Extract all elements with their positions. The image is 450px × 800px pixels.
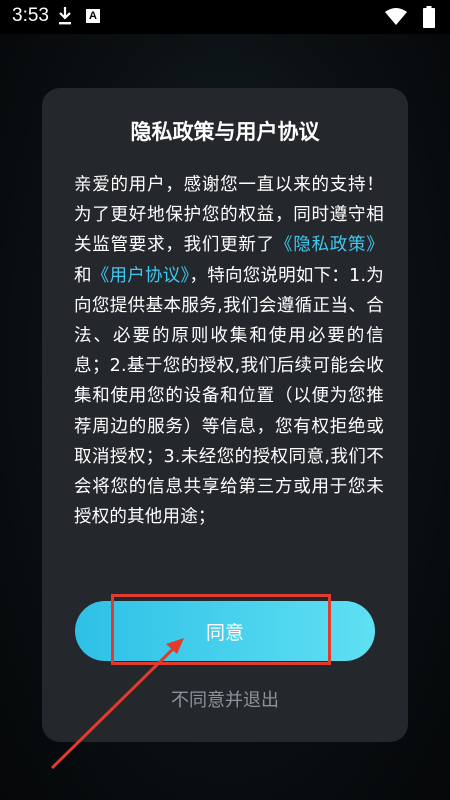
a-notification-icon: A	[86, 9, 100, 23]
download-icon	[59, 7, 71, 25]
battery-icon	[423, 6, 435, 28]
user-agreement-link[interactable]: 《用户协议》	[92, 266, 190, 286]
body-text-and: 和	[74, 265, 92, 286]
annotation-highlight-box	[111, 594, 331, 665]
disagree-exit-button[interactable]: 不同意并退出	[42, 686, 408, 712]
dialog-title: 隐私政策与用户协议	[130, 120, 320, 144]
status-bar: 3:53 A	[0, 0, 450, 34]
wifi-icon	[385, 8, 407, 25]
dialog-body: 亲爱的用户，感谢您一直以来的支持！为了更好地保护您的权益，同时遵守相关监管要求，…	[74, 170, 384, 532]
status-time: 3:53	[12, 5, 49, 26]
privacy-policy-link[interactable]: 《隐私政策》	[275, 235, 384, 255]
body-text-details: ，特向您说明如下：1.为向您提供基本服务,我们会遵循正当、合法、必要的原则收集和…	[74, 265, 384, 528]
